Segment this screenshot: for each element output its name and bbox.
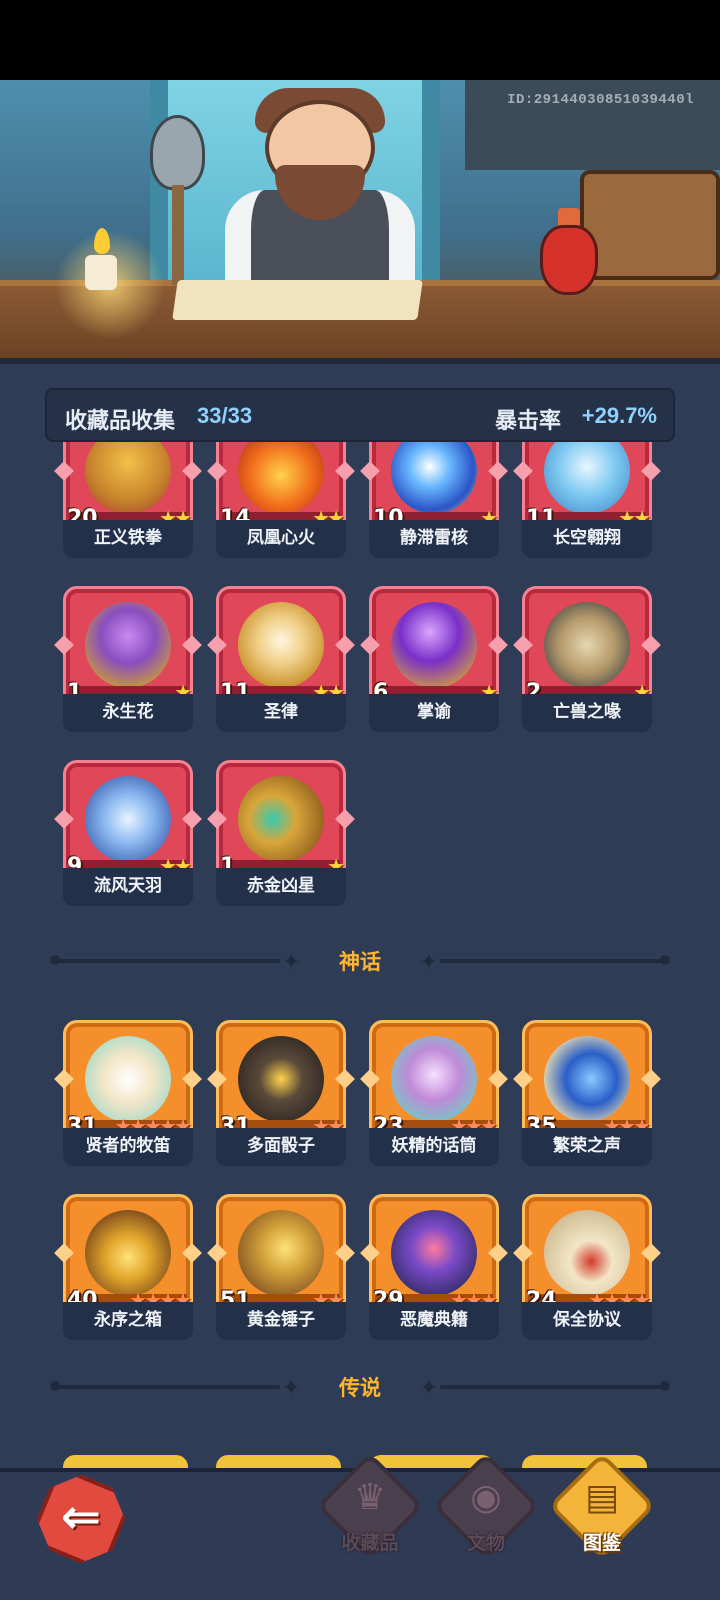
item-name: 妖精的话筒 [369, 1128, 499, 1166]
panel-divider [0, 358, 720, 364]
item-name: 圣律 [216, 694, 346, 732]
tab-relics[interactable]: ◉ 文物 [432, 1452, 540, 1560]
item-name: 繁荣之声 [522, 1128, 652, 1166]
item-name: 亡兽之喙 [522, 694, 652, 732]
divider-dot [660, 955, 670, 965]
divider-line [440, 959, 665, 963]
item-name: 掌谕 [369, 694, 499, 732]
item-name: 永生花 [63, 694, 193, 732]
tab-codex[interactable]: ▤ 图鉴 [548, 1452, 656, 1560]
golden-flail-icon [238, 776, 324, 862]
item-name: 长空翱翔 [522, 520, 652, 558]
back-arrow-icon[interactable]: ⇐ [40, 1478, 122, 1560]
tab-label: 收藏品 [341, 1533, 399, 1554]
item-name: 黄金锤子 [216, 1302, 346, 1340]
shovel-handle [172, 185, 184, 285]
sealed-scroll-icon [544, 1210, 630, 1296]
collection-count: 33/33 [197, 403, 253, 428]
item-name: 流风天羽 [63, 868, 193, 906]
sage-flute-icon [85, 1036, 171, 1122]
treasure-chest-illustration [580, 170, 720, 280]
crystal-ball-icon [391, 602, 477, 688]
eye-icon: ◉ [470, 1476, 502, 1517]
item-name: 恶魔典籍 [369, 1302, 499, 1340]
item-name: 保全协议 [522, 1302, 652, 1340]
demon-tome-icon [391, 1210, 477, 1296]
golden-hammer-icon [238, 1210, 324, 1296]
crit-rate-label: 暴击率 [494, 408, 561, 433]
tab-collectibles[interactable]: ♛ 收藏品 [316, 1452, 424, 1560]
crit-rate-value: +29.7% [581, 403, 657, 428]
feather-bow-icon [85, 776, 171, 862]
item-name: 多面骰子 [216, 1128, 346, 1166]
item-name: 正义铁拳 [63, 520, 193, 558]
gold-chest-icon [85, 1210, 171, 1296]
item-name: 静滞雷核 [369, 520, 499, 558]
treasure-map-illustration [172, 280, 423, 320]
prosperity-horn-icon [544, 1036, 630, 1122]
book-icon: ▤ [584, 1476, 619, 1517]
sparkle-icon: ✦ [419, 1375, 438, 1400]
caged-rose-icon [85, 602, 171, 688]
player-id: ID:29144030851039440l [507, 92, 694, 108]
status-bar [0, 0, 720, 80]
shop-banner: ID:29144030851039440l [0, 80, 720, 358]
winged-clock-icon [238, 602, 324, 688]
item-name: 贤者的牧笛 [63, 1128, 193, 1166]
sparkle-icon: ✦ [419, 949, 438, 974]
red-potion-illustration [540, 225, 598, 295]
section-header-mythic: ✦ 神话 ✦ [0, 940, 720, 980]
collection-scroll-area[interactable]: 20 ★★ 正义铁拳 14 ★★ 凤凰心火 10 ★ 静滞雷核 11 ★★ 长空… [0, 442, 720, 1468]
crown-icon: ♛ [353, 1476, 387, 1517]
item-name: 赤金凶星 [216, 868, 346, 906]
item-name: 永序之箱 [63, 1302, 193, 1340]
fairy-microphone-icon [391, 1036, 477, 1122]
divider-dot [660, 1381, 670, 1391]
divider-line [440, 1385, 665, 1389]
beast-beak-icon [544, 602, 630, 688]
tab-label: 文物 [466, 1533, 505, 1554]
section-header-legendary: ✦ 传说 ✦ [0, 1366, 720, 1406]
tab-label: 图鉴 [582, 1533, 621, 1554]
d20-dice-icon [238, 1036, 324, 1122]
collection-header: 收藏品收集 33/33 暴击率 +29.7% [45, 388, 675, 442]
shovel-illustration [150, 115, 205, 190]
candle-illustration [85, 255, 117, 290]
item-name: 凤凰心火 [216, 520, 346, 558]
collection-title: 收藏品收集 [65, 408, 176, 433]
